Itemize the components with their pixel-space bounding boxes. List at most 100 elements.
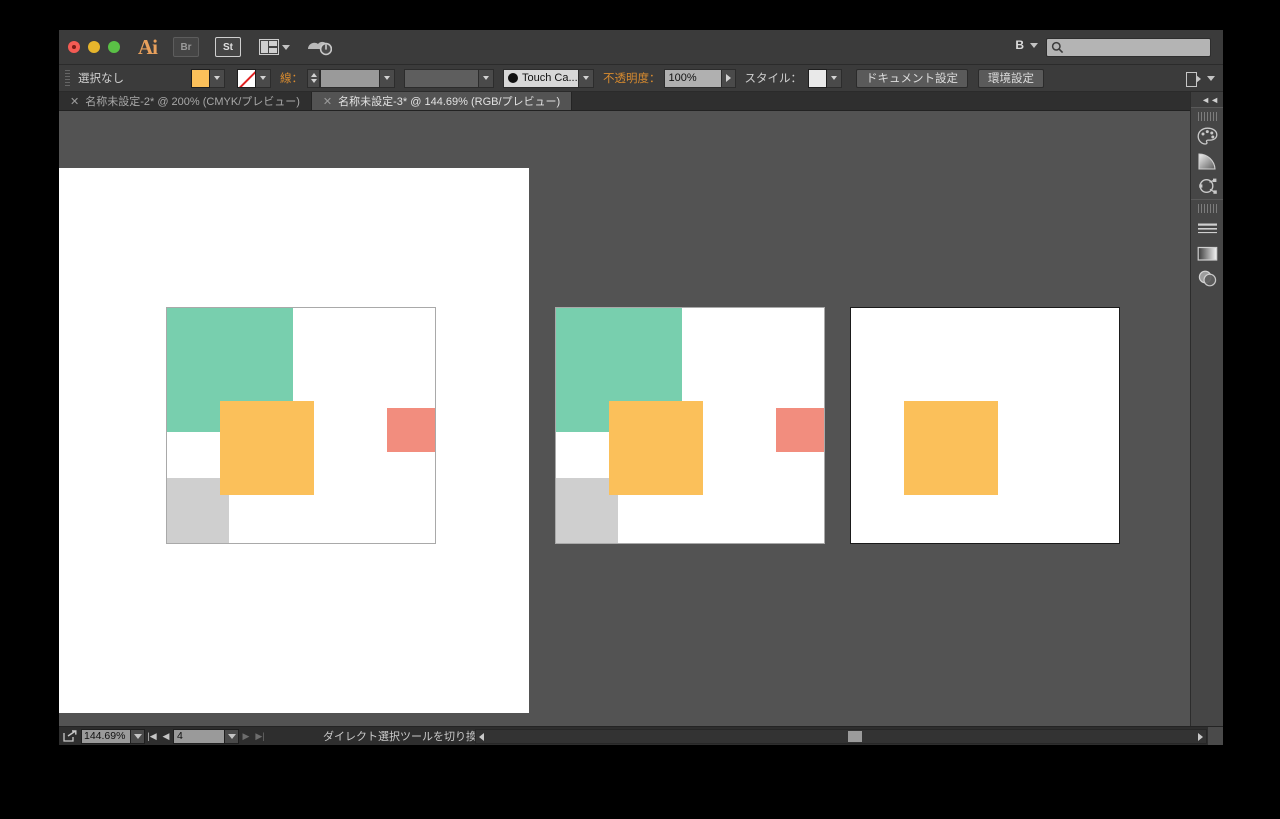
- search-icon: [1051, 41, 1064, 54]
- stepper-up-icon: [310, 73, 317, 77]
- scroll-right-button[interactable]: [1198, 733, 1203, 741]
- orange-rect[interactable]: [904, 401, 998, 495]
- selection-status: 選択なし: [78, 73, 124, 85]
- stroke-weight-label: 線：: [280, 73, 303, 85]
- control-bar-grip[interactable]: [65, 69, 70, 87]
- document-tab-1[interactable]: ✕ 名称未設定-2* @ 200% (CMYK/プレビュー): [59, 92, 312, 110]
- maximize-window-button[interactable]: [108, 41, 120, 53]
- fill-control[interactable]: [191, 68, 225, 88]
- control-bar: 選択なし 線： Touch Ca... 不透明度： 100% スタイル： ドキュ…: [59, 65, 1223, 92]
- preferences-button[interactable]: 環境設定: [978, 68, 1044, 88]
- workspace-label: B: [1015, 38, 1024, 52]
- salmon-rect[interactable]: [387, 408, 435, 452]
- resize-corner[interactable]: [1208, 727, 1223, 745]
- previous-artboard-button[interactable]: ◀: [159, 731, 173, 742]
- triangle-right-icon: [1198, 733, 1203, 741]
- transparency-icon: [1198, 270, 1216, 287]
- opacity-label: 不透明度：: [603, 73, 661, 85]
- artboard-number-field[interactable]: 4: [173, 728, 225, 744]
- gradient-icon: [1198, 153, 1216, 170]
- width-profile-dropdown-button[interactable]: [479, 68, 494, 88]
- arrange-documents-button[interactable]: [259, 39, 290, 55]
- style-label: スタイル：: [744, 73, 803, 85]
- document-tab-2[interactable]: ✕ 名称未設定-3* @ 144.69% (RGB/プレビュー): [311, 92, 573, 110]
- horizontal-scrollbar[interactable]: [475, 729, 1207, 744]
- brush-dot-icon: [508, 73, 518, 83]
- stroke-weight-field[interactable]: [320, 68, 380, 88]
- stroke-weight-stepper[interactable]: [307, 68, 320, 88]
- sync-settings-button[interactable]: [306, 37, 332, 57]
- dock-group-2-grip[interactable]: [1197, 204, 1217, 213]
- color-panel-button[interactable]: [1191, 124, 1223, 149]
- fill-dropdown-button[interactable]: [210, 68, 225, 88]
- artboard-3[interactable]: [850, 307, 1120, 544]
- artboard-2[interactable]: [555, 307, 825, 544]
- gradient-swatch-panel-button[interactable]: [1191, 241, 1223, 266]
- align-icon[interactable]: [1186, 71, 1201, 87]
- scroll-left-button[interactable]: [479, 733, 484, 741]
- close-icon[interactable]: ✕: [70, 95, 79, 108]
- bridge-button[interactable]: Br: [173, 37, 199, 57]
- artboard-1[interactable]: [166, 307, 436, 544]
- export-icon: [63, 730, 77, 742]
- zoom-dropdown-button[interactable]: [131, 728, 145, 744]
- gradient-panel-button[interactable]: [1191, 149, 1223, 174]
- chevron-down-icon: [133, 733, 142, 739]
- stroke-panel-button[interactable]: [1191, 216, 1223, 241]
- panel-dock: ◄◄: [1190, 92, 1223, 745]
- next-artboard-button[interactable]: ▶: [239, 731, 253, 742]
- opacity-slider-button[interactable]: [721, 68, 736, 88]
- search-field[interactable]: [1046, 38, 1211, 57]
- graphic-style-swatch[interactable]: [808, 68, 827, 88]
- workspace-switcher[interactable]: B: [1015, 38, 1038, 52]
- last-artboard-button[interactable]: ▶|: [253, 731, 267, 742]
- arrange-documents-icon: [259, 39, 279, 55]
- chevron-down-icon: [214, 76, 220, 80]
- brush-definition-field[interactable]: Touch Ca...: [503, 68, 579, 88]
- chevron-down-icon: [483, 76, 489, 80]
- illustrator-window: Ai Br St B 選択なし 線： Touch Ca... 不透明度： 100…: [59, 30, 1223, 745]
- orange-rect[interactable]: [609, 401, 703, 495]
- close-window-button[interactable]: [68, 41, 80, 53]
- stroke-control[interactable]: [237, 68, 271, 88]
- tool-status-text: ダイレクト選択ツールを切り換え: [323, 731, 488, 743]
- brush-definition-control[interactable]: Touch Ca...: [503, 68, 594, 88]
- stroke-swatch-none[interactable]: [237, 68, 256, 88]
- brush-dropdown-button[interactable]: [579, 68, 594, 88]
- width-profile-control[interactable]: [404, 68, 494, 88]
- window-controls: [59, 41, 120, 53]
- fill-swatch[interactable]: [191, 68, 210, 88]
- orange-rect[interactable]: [220, 401, 314, 495]
- opacity-control[interactable]: 100%: [663, 68, 736, 88]
- stepper-down-icon: [310, 79, 317, 83]
- minimize-window-button[interactable]: [88, 41, 100, 53]
- stroke-weight-control[interactable]: [307, 68, 395, 88]
- symbols-panel-button[interactable]: [1191, 174, 1223, 199]
- artboard-dropdown-button[interactable]: [225, 728, 239, 744]
- chevron-down-icon: [831, 76, 837, 80]
- zoom-level-field[interactable]: 144.69%: [81, 728, 131, 744]
- stock-button[interactable]: St: [215, 37, 241, 57]
- width-profile-field[interactable]: [404, 68, 479, 88]
- export-button[interactable]: [59, 730, 81, 742]
- status-bar: 144.69% |◀ ◀ 4 ▶ ▶| ダイレクト選択ツールを切り換え: [59, 726, 1223, 745]
- horizontal-scroll-thumb[interactable]: [848, 731, 862, 742]
- color-palette-icon: [1197, 127, 1217, 145]
- close-icon[interactable]: ✕: [323, 95, 332, 108]
- opacity-field[interactable]: 100%: [663, 68, 722, 88]
- first-artboard-button[interactable]: |◀: [145, 731, 159, 742]
- transparency-panel-button[interactable]: [1191, 266, 1223, 291]
- document-setup-button[interactable]: ドキュメント設定: [856, 68, 968, 88]
- collapse-panels-button[interactable]: ◄◄: [1191, 92, 1223, 107]
- brush-definition-label: Touch Ca...: [522, 72, 578, 84]
- stroke-dropdown-button[interactable]: [256, 68, 271, 88]
- graphic-style-control[interactable]: [808, 68, 842, 88]
- stroke-weight-dropdown-button[interactable]: [380, 68, 395, 88]
- salmon-rect[interactable]: [776, 408, 824, 452]
- dock-group-1-grip[interactable]: [1197, 112, 1217, 121]
- graphic-style-dropdown-button[interactable]: [827, 68, 842, 88]
- canvas-workspace[interactable]: [59, 111, 1223, 745]
- illustrator-logo: Ai: [138, 34, 158, 59]
- chevron-down-icon[interactable]: [1207, 75, 1215, 81]
- dock-group-2: [1191, 199, 1223, 291]
